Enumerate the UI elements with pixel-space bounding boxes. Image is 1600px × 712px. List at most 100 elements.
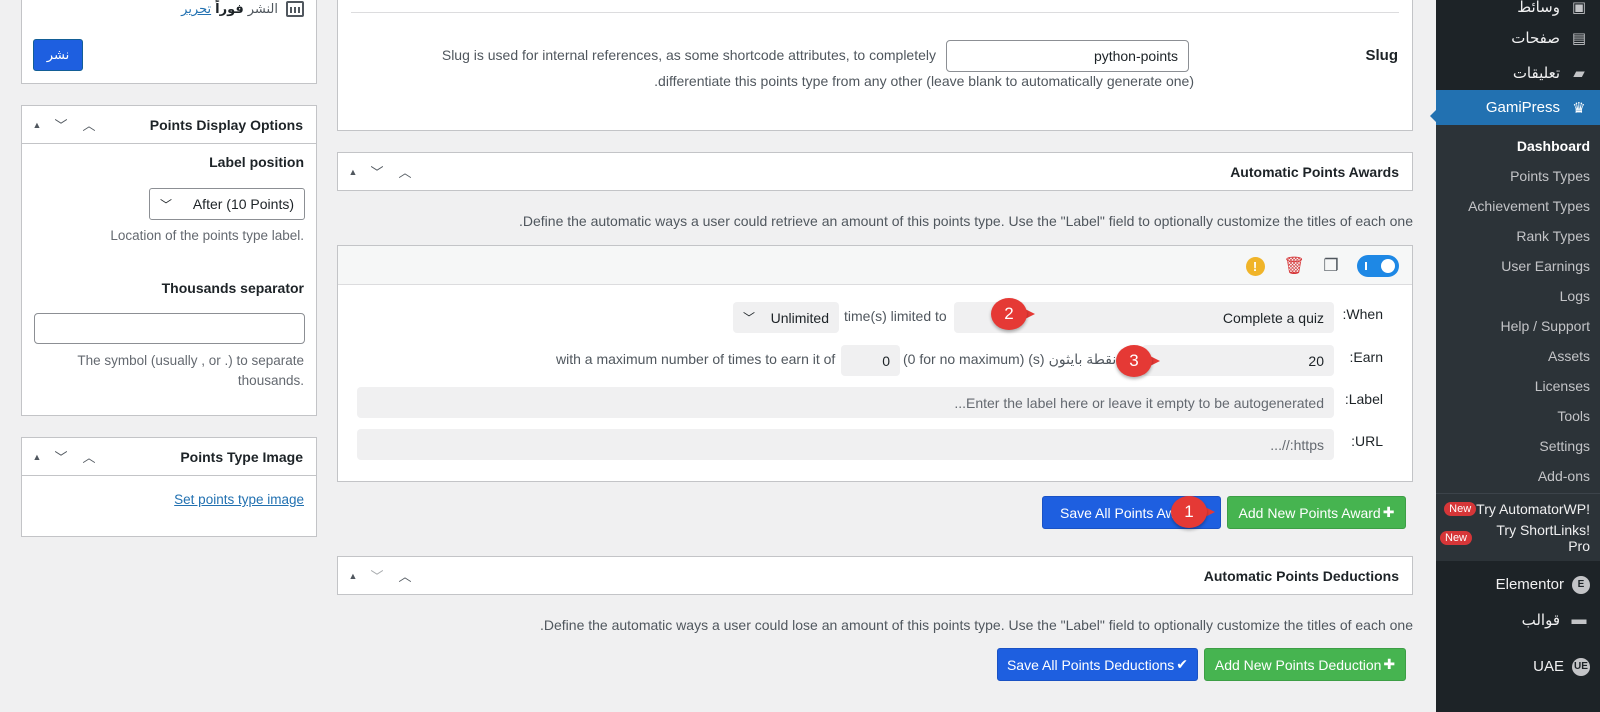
chevron-up-icon[interactable]: ︿ — [78, 114, 100, 136]
warning-indicator: ! — [1243, 254, 1267, 278]
points-award-requirement: ❐ 🗑 ! :When Complete a quiz time(s) limi… — [337, 245, 1413, 482]
delete-button[interactable]: 🗑 — [1282, 254, 1306, 278]
slug-help-line-2: .differentiate this points type from any… — [654, 73, 1194, 89]
chevron-up-icon[interactable]: ︿ — [394, 161, 416, 183]
chevron-down-icon[interactable]: ﹀ — [50, 114, 72, 136]
publish-edit-link[interactable]: تحرير — [181, 1, 211, 17]
toggle-triangle-icon[interactable]: ▲ — [346, 565, 360, 587]
gamipress-submenu: Dashboard Points Types Achievement Types… — [1436, 125, 1600, 561]
award-url-input[interactable]: ...//:https — [357, 429, 1334, 460]
menu-media-label: وسائط — [1517, 0, 1560, 16]
folder-icon: ▬ — [1571, 611, 1587, 628]
submenu-help-support[interactable]: Help / Support — [1436, 311, 1600, 341]
menu-pages[interactable]: ▤ صفحات — [1436, 20, 1600, 55]
submenu-addons[interactable]: Add-ons — [1436, 461, 1600, 491]
submenu-points-types[interactable]: Points Types — [1436, 161, 1600, 191]
menu-media[interactable]: ▣ وسائط — [1436, 0, 1600, 20]
label-field-label: :Label — [1344, 391, 1383, 407]
submenu-try-shortlinks[interactable]: New !Try ShortLinks Pro — [1436, 522, 1600, 554]
annotation-marker-1: 1 — [1171, 496, 1215, 528]
earn-points-input[interactable]: 20 — [1142, 345, 1334, 376]
submenu-tools[interactable]: Tools — [1436, 401, 1600, 431]
toggle-triangle-icon[interactable]: ▲ — [30, 114, 44, 136]
toggle-triangle-icon[interactable]: ▲ — [30, 446, 44, 468]
when-label: :When — [1342, 306, 1383, 322]
menu-gamipress-label: GamiPress — [1485, 99, 1560, 116]
submenu-dashboard[interactable]: Dashboard — [1436, 131, 1600, 161]
publish-status: النشر فوراً تحرير — [181, 1, 304, 17]
add-new-points-deduction-button[interactable]: Add New Points Deduction ✚ — [1204, 648, 1406, 681]
chevron-down-icon[interactable]: ﹀ — [366, 161, 388, 183]
chevron-down-icon[interactable]: ﹀ — [50, 446, 72, 468]
thousands-separator-input[interactable] — [34, 313, 305, 344]
box-controls: ▲ ﹀ ︿ — [346, 565, 416, 587]
annotation-marker-3: 3 — [1116, 345, 1160, 377]
deductions-description: .Define the automatic ways a user could … — [540, 617, 1413, 633]
submenu-achievement-types[interactable]: Achievement Types — [1436, 191, 1600, 221]
limit-type-select[interactable]: ﹀ Unlimited — [733, 302, 839, 333]
menu-uae[interactable]: UE UAE — [1436, 649, 1600, 684]
chevron-up-icon[interactable]: ︿ — [394, 565, 416, 587]
add-award-label: Add New Points Award — [1238, 504, 1381, 521]
chevron-down-icon: ﹀ — [160, 197, 173, 212]
publish-value: فوراً — [215, 1, 244, 16]
earn-unit: نقطة بايثون — [1048, 351, 1117, 367]
limited-text: time(s) limited to — [844, 308, 947, 324]
menu-templates[interactable]: ▬ قوالب — [1436, 602, 1600, 637]
slug-input[interactable]: python-points — [946, 40, 1189, 72]
submenu-try-automatorwp[interactable]: New !Try AutomatorWP — [1436, 493, 1600, 523]
admin-sidebar: ▣ وسائط ▤ صفحات ▰ تعليقات ♛ GamiPress Da… — [1436, 0, 1600, 712]
warning-icon: ! — [1245, 256, 1265, 276]
menu-pages-label: صفحات — [1511, 29, 1560, 47]
toggle-triangle-icon[interactable]: ▲ — [346, 161, 360, 183]
chevron-up-icon[interactable]: ︿ — [78, 446, 100, 468]
menu-gamipress[interactable]: ♛ GamiPress — [1436, 90, 1600, 125]
award-label-input[interactable]: ...Enter the label here or leave it empt… — [357, 387, 1334, 418]
copy-icon: ❐ — [1323, 256, 1339, 275]
publish-button[interactable]: نشر — [33, 39, 83, 71]
submenu-licenses[interactable]: Licenses — [1436, 371, 1600, 401]
annotation-marker-2: 2 — [991, 298, 1035, 330]
box-controls: ▲ ﹀ ︿ — [346, 161, 416, 183]
deductions-header-bar: ▲ ﹀ ︿ Automatic Points Deductions — [338, 557, 1412, 594]
marker-number: 3 — [1116, 345, 1152, 377]
requirement-toolbar: ❐ 🗑 ! — [338, 246, 1412, 285]
submenu-settings[interactable]: Settings — [1436, 431, 1600, 461]
marker-number: 1 — [1171, 496, 1207, 528]
thousands-help-line-2: .thousands — [237, 373, 304, 388]
menu-comments[interactable]: ▰ تعليقات — [1436, 55, 1600, 90]
label-position-select[interactable]: ﹀ After (10 Points) — [149, 188, 305, 220]
thousands-separator-help: The symbol (usually , or .) to separate … — [77, 351, 304, 391]
plus-icon: ✚ — [1383, 656, 1396, 672]
promo-shortlinks-label: !Try ShortLinks Pro — [1496, 522, 1590, 554]
status-toggle[interactable] — [1357, 254, 1399, 278]
box-controls: ▲ ﹀ ︿ — [30, 446, 100, 468]
calendar-icon — [286, 1, 304, 17]
plus-icon: ✚ — [1382, 504, 1395, 520]
earn-unit-text: (0 for no maximum) (s) نقطة بايثون — [903, 351, 1116, 368]
duplicate-button[interactable]: ❐ — [1319, 254, 1343, 278]
menu-elementor[interactable]: E Elementor — [1436, 567, 1600, 602]
submenu-user-earnings[interactable]: User Earnings — [1436, 251, 1600, 281]
set-points-type-image-link[interactable]: Set points type image — [174, 492, 304, 507]
earn-label: :Earn — [1349, 349, 1383, 365]
points-type-image-header: ▲ ﹀ ︿ Points Type Image — [22, 438, 316, 476]
menu-elementor-label: Elementor — [1495, 576, 1564, 593]
chevron-down-icon: ﹀ — [743, 311, 756, 325]
menu-uae-label: UAE — [1533, 658, 1564, 675]
chevron-down-icon[interactable]: ﹀ — [366, 565, 388, 587]
awards-header-bar: ▲ ﹀ ︿ Automatic Points Awards — [338, 153, 1412, 190]
slug-help-line-1: Slug is used for internal references, as… — [441, 47, 936, 63]
add-new-points-award-button[interactable]: Add New Points Award ✚ — [1227, 496, 1406, 529]
submenu-assets[interactable]: Assets — [1436, 341, 1600, 371]
points-display-options-header: ▲ ﹀ ︿ Points Display Options — [22, 106, 316, 144]
submenu-rank-types[interactable]: Rank Types — [1436, 221, 1600, 251]
save-all-points-deductions-button[interactable]: Save All Points Deductions ✔ — [997, 648, 1198, 681]
divider — [351, 12, 1399, 13]
points-display-options-title: Points Display Options — [149, 116, 303, 133]
awards-description: .Define the automatic ways a user could … — [519, 213, 1413, 229]
label-position-value: After (10 Points) — [192, 196, 294, 212]
submenu-logs[interactable]: Logs — [1436, 281, 1600, 311]
label-position-help: .Location of the points type label — [110, 228, 304, 243]
max-earnings-input[interactable]: 0 — [841, 345, 900, 376]
